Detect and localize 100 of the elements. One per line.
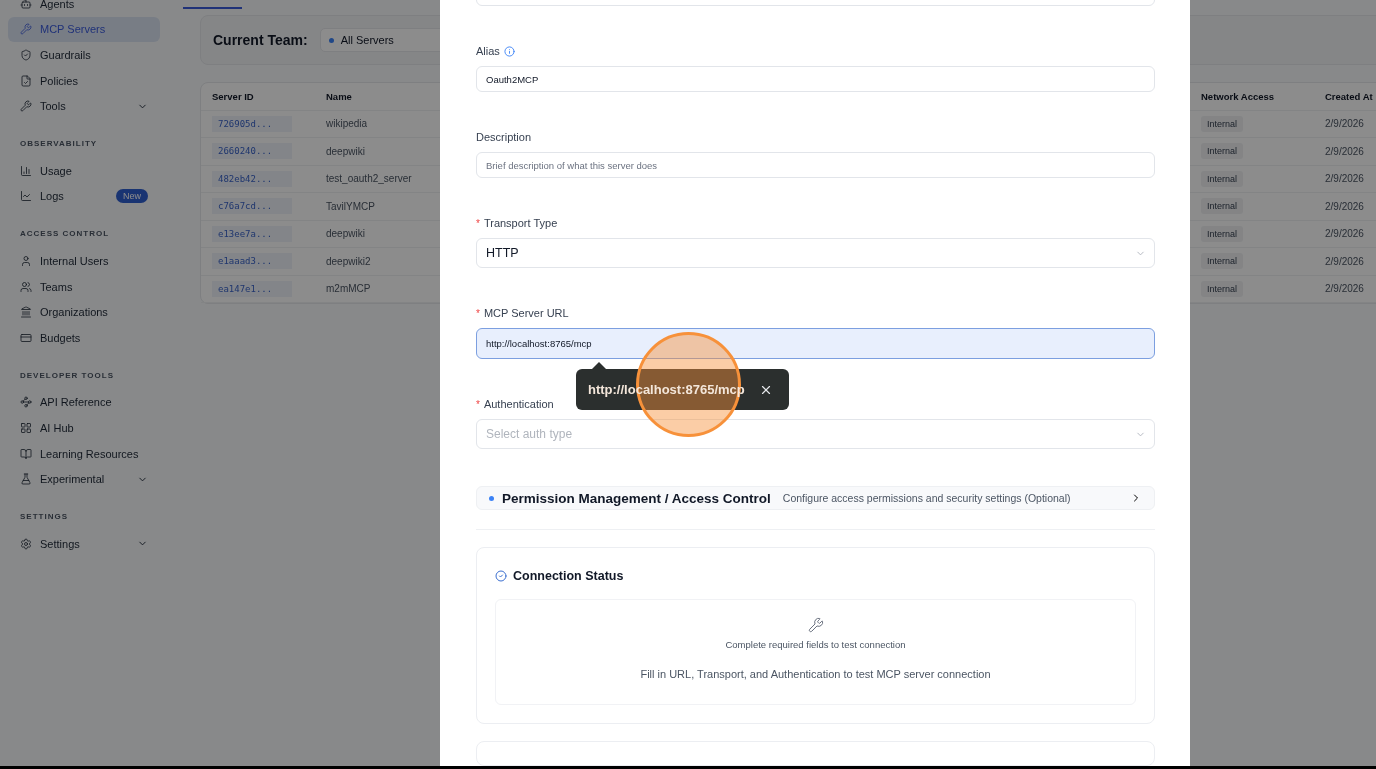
sidebar-section-heading: DEVELOPER TOOLS bbox=[19, 369, 115, 382]
status-message: Complete required fields to test connection bbox=[725, 639, 906, 650]
new-badge: New bbox=[116, 189, 148, 204]
sidebar-item-label: MCP Servers bbox=[40, 23, 107, 36]
sidebar-item-label: Teams bbox=[40, 280, 74, 293]
menu-item-icon bbox=[20, 23, 32, 36]
status-dot-icon bbox=[328, 37, 334, 43]
sidebar-item-label: Experimental bbox=[40, 473, 106, 486]
team-label: Current Team: bbox=[213, 32, 308, 48]
sidebar-item[interactable]: API Reference bbox=[8, 389, 160, 416]
network-tag: Internal bbox=[1201, 143, 1244, 160]
server-id-chip[interactable]: e1aaad3... bbox=[212, 253, 292, 270]
table-cell-text: 2/9/2026 bbox=[1325, 228, 1365, 240]
server-id-chip[interactable]: ea147e1... bbox=[212, 280, 292, 297]
menu-item-icon bbox=[20, 100, 32, 113]
network-tag: Internal bbox=[1201, 170, 1244, 187]
check-circle-icon bbox=[495, 570, 507, 582]
sidebar-item[interactable]: Learning Resources bbox=[8, 440, 160, 467]
select-field[interactable]: HTTP bbox=[476, 238, 1155, 268]
tab-indicator bbox=[183, 7, 242, 9]
sidebar-item-label: Budgets bbox=[40, 331, 82, 344]
sidebar-item[interactable]: Guardrails bbox=[8, 42, 160, 68]
section-subtitle: Configure access permissions and security settings (Optional) bbox=[782, 492, 1072, 505]
network-tag: Internal bbox=[1201, 115, 1244, 132]
sidebar-item-label: Guardrails bbox=[40, 49, 92, 61]
sidebar-item-label: Agents bbox=[40, 0, 76, 10]
menu-item-icon bbox=[20, 49, 32, 61]
server-id-chip[interactable]: 726905d... bbox=[212, 115, 292, 132]
menu-item-icon bbox=[20, 331, 32, 344]
table-cell-text: m2mMCP bbox=[326, 283, 372, 295]
table-cell-text: 2/9/2026 bbox=[1325, 118, 1365, 130]
sidebar-item[interactable]: Logs New bbox=[8, 183, 160, 210]
network-tag: Internal bbox=[1201, 253, 1244, 270]
required-mark: * bbox=[476, 217, 480, 229]
sidebar-section-heading: OBSERVABILITY bbox=[19, 137, 99, 150]
input-field[interactable]: Oauth2MCP bbox=[476, 66, 1155, 92]
sidebar-item[interactable]: MCP Servers bbox=[8, 16, 160, 43]
sidebar-item-label: API Reference bbox=[40, 396, 113, 409]
field-label: MCP Server URL bbox=[483, 307, 569, 319]
server-id-chip[interactable]: c76a7cd... bbox=[212, 198, 292, 215]
server-id-chip[interactable]: 2660240... bbox=[212, 143, 292, 160]
status-hint: Fill in URL, Transport, and Authentication to test MCP server connection bbox=[640, 668, 991, 680]
sidebar-item[interactable]: Policies bbox=[8, 67, 160, 94]
section-title: Permission Management / Access Control bbox=[502, 490, 771, 506]
menu-item-icon bbox=[20, 537, 32, 550]
sidebar-item[interactable]: AI Hub bbox=[8, 415, 160, 441]
sidebar-item-label: Policies bbox=[40, 74, 79, 87]
sidebar-item-label: Logs bbox=[40, 190, 65, 203]
sidebar-item[interactable]: Tools bbox=[8, 93, 160, 119]
server-id-chip[interactable]: 482eb42... bbox=[212, 170, 292, 187]
table-cell-text: deepwiki2 bbox=[326, 255, 372, 267]
table-cell-text: 2/9/2026 bbox=[1325, 200, 1365, 212]
menu-item-icon bbox=[20, 473, 32, 486]
menu-item-icon bbox=[20, 280, 32, 293]
menu-item-icon bbox=[20, 0, 32, 10]
sidebar-section-heading: ACCESS CONTROL bbox=[19, 228, 111, 241]
permission-section[interactable]: Permission Management / Access Control Configure access permissions and security settings (Optional) bbox=[476, 486, 1155, 511]
sidebar-item[interactable]: Teams bbox=[8, 273, 160, 300]
menu-item-icon bbox=[20, 74, 32, 87]
menu-item-icon bbox=[20, 254, 32, 267]
field-label: Transport Type bbox=[483, 217, 558, 229]
table-cell-text: 2/9/2026 bbox=[1325, 173, 1365, 185]
menu-item-icon bbox=[20, 447, 32, 460]
sidebar-item-label: Usage bbox=[40, 164, 73, 177]
network-tag: Internal bbox=[1201, 225, 1244, 242]
sidebar-item[interactable]: Agents bbox=[8, 0, 160, 17]
card-title: Connection Status bbox=[513, 569, 624, 583]
required-mark: * bbox=[476, 398, 480, 410]
sidebar-item[interactable]: Usage bbox=[8, 157, 160, 184]
table-cell-text: wikipedia bbox=[326, 118, 369, 130]
column-header: Network Access bbox=[1201, 90, 1276, 102]
menu-item-icon bbox=[20, 190, 32, 203]
sidebar-item[interactable]: Budgets bbox=[8, 324, 160, 351]
network-tag: Internal bbox=[1201, 280, 1244, 297]
sidebar-item-label: Internal Users bbox=[40, 254, 110, 267]
table-cell-text: TavilYMCP bbox=[326, 200, 376, 212]
input-field[interactable]: Brief description of what this server does bbox=[476, 152, 1155, 178]
field-label: Authentication bbox=[483, 398, 554, 410]
column-header: Created At bbox=[1325, 90, 1374, 102]
column-header: Name bbox=[326, 90, 353, 102]
table-cell-text: 2/9/2026 bbox=[1325, 255, 1365, 267]
menu-item-icon bbox=[20, 421, 32, 434]
table-cell-text: test_oauth2_server bbox=[326, 173, 413, 185]
sidebar-item[interactable]: Settings bbox=[8, 530, 160, 557]
table-cell-text: deepwiki bbox=[326, 228, 366, 240]
input-field[interactable]: http://localhost:8765/mcp bbox=[476, 328, 1155, 359]
sidebar-item[interactable]: Organizations bbox=[8, 299, 160, 325]
sidebar-item[interactable]: Experimental bbox=[8, 466, 160, 492]
field-label: Description bbox=[476, 131, 532, 143]
column-header: Server ID bbox=[212, 90, 255, 102]
server-id-chip[interactable]: e13ee7a... bbox=[212, 225, 292, 242]
table-cell-text: 2/9/2026 bbox=[1325, 145, 1365, 157]
table-cell-text: deepwiki bbox=[326, 145, 366, 157]
sidebar-item-label: Settings bbox=[40, 537, 81, 550]
sidebar-item-label: AI Hub bbox=[40, 421, 75, 434]
sidebar-item[interactable]: Internal Users bbox=[8, 248, 160, 274]
menu-item-icon bbox=[20, 396, 32, 409]
bullet-dot-icon bbox=[489, 495, 494, 501]
menu-item-icon bbox=[20, 306, 32, 319]
table-cell-text: 2/9/2026 bbox=[1325, 283, 1365, 295]
